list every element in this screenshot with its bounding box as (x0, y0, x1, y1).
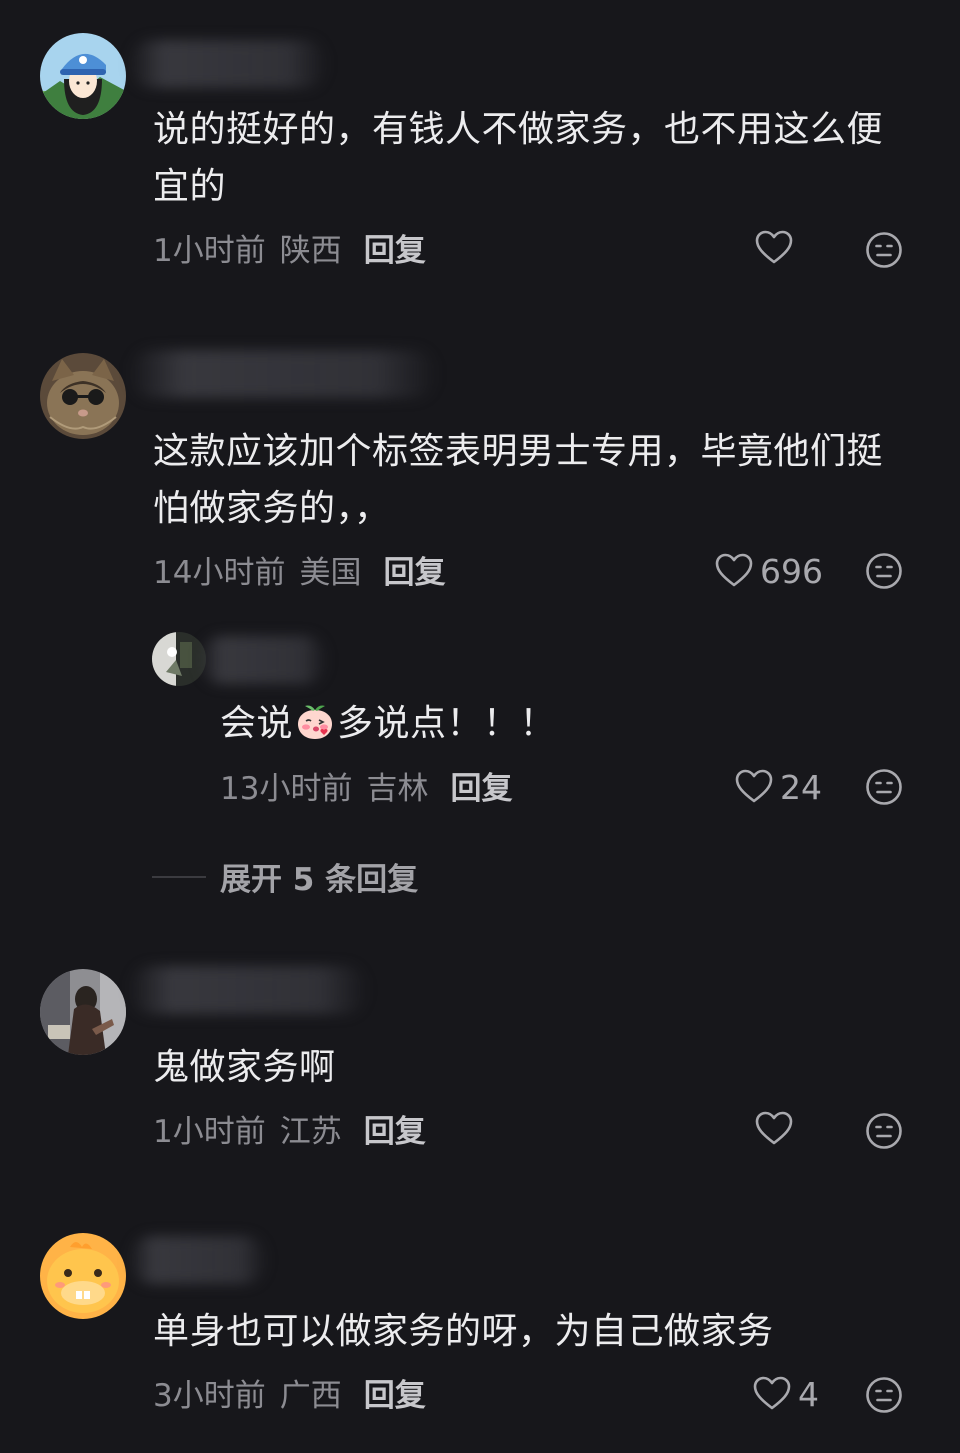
comment-meta: 14小时前 美国 回复 (153, 553, 445, 593)
neutral-face-icon[interactable] (865, 552, 903, 590)
username-blurred[interactable] (128, 350, 438, 398)
reply-text: 会说 多说点！！！ (220, 695, 860, 752)
like-button[interactable]: 24 (734, 767, 822, 807)
like-button[interactable] (754, 228, 800, 268)
reply-time: 13小时前 (220, 771, 353, 807)
like-count: 4 (798, 1374, 819, 1414)
comment-text: 鬼做家务啊 (153, 1047, 336, 1088)
comment-location: 广西 (279, 1378, 342, 1414)
heart-outline-icon (753, 1376, 791, 1410)
avatar-cartoon-girl-cap (40, 33, 126, 119)
comment-meta: 1小时前 江苏 回复 (153, 1112, 426, 1152)
reply-button[interactable]: 回复 (450, 771, 512, 807)
comment-meta: 1小时前 陕西 回复 (153, 231, 426, 271)
reply-location: 吉林 (366, 771, 429, 807)
comment-text: 这款应该加个标签表明男士专用，毕竟他们挺怕做家务的，， (153, 431, 884, 529)
comment-location: 美国 (299, 555, 362, 591)
avatar-woman-photo (40, 969, 126, 1055)
username-blurred[interactable] (128, 966, 368, 1014)
reply-text-before: 会说 (220, 703, 294, 744)
comment-text: 单身也可以做家务的呀，为自己做家务 (153, 1311, 774, 1352)
like-count: 696 (760, 551, 823, 591)
heart-outline-icon (715, 553, 753, 587)
neutral-face-icon[interactable] (865, 1376, 903, 1414)
neutral-face-icon[interactable] (865, 1112, 903, 1150)
divider-line (152, 875, 206, 878)
heart-outline-icon (755, 230, 793, 264)
reply-button[interactable]: 回复 (364, 233, 426, 269)
comment-meta: 3小时前 广西 回复 (153, 1376, 426, 1416)
comment-location: 陕西 (279, 233, 342, 269)
expand-replies-button[interactable]: 展开 5 条回复 (152, 854, 418, 899)
like-button[interactable] (754, 1109, 800, 1149)
username-blurred[interactable] (128, 40, 328, 88)
neutral-face-icon[interactable] (865, 768, 903, 806)
user-avatar[interactable] (40, 33, 126, 119)
neutral-face-icon[interactable] (865, 231, 903, 269)
reply-button[interactable]: 回复 (383, 555, 445, 591)
username-blurred[interactable] (128, 1236, 268, 1284)
comment-time: 14小时前 (153, 555, 286, 591)
user-avatar[interactable] (40, 1233, 126, 1319)
user-avatar[interactable] (40, 969, 126, 1055)
username-blurred[interactable] (198, 636, 328, 684)
heart-outline-icon (735, 769, 773, 803)
avatar-cat-with-glasses (40, 353, 126, 439)
heart-outline-icon (755, 1111, 793, 1145)
blushing-peach-emoji (298, 705, 333, 739)
comment-text: 说的挺好的，有钱人不做家务，也不用这么便宜的 (153, 109, 884, 207)
avatar-cartoon-duck (40, 1233, 126, 1319)
like-button[interactable]: 696 (714, 551, 823, 591)
expand-replies-label: 展开 5 条回复 (220, 862, 419, 898)
comment-time: 3小时前 (153, 1378, 266, 1414)
comment-time: 1小时前 (153, 233, 266, 269)
comment-time: 1小时前 (153, 1114, 266, 1150)
like-button[interactable]: 4 (752, 1374, 819, 1414)
comment-location: 江苏 (279, 1114, 342, 1150)
user-avatar[interactable] (40, 353, 126, 439)
like-count: 24 (780, 767, 822, 807)
reply-meta: 13小时前 吉林 回复 (220, 769, 512, 809)
reply-button[interactable]: 回复 (364, 1378, 426, 1414)
reply-button[interactable]: 回复 (364, 1114, 426, 1150)
reply-text-after: 多说点！！！ (337, 703, 557, 744)
